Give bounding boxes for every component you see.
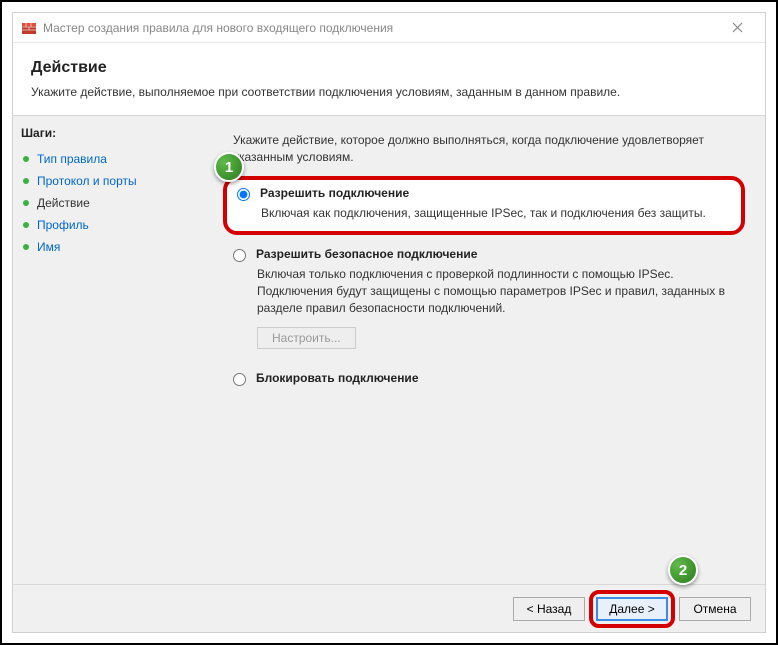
- firewall-icon: [21, 20, 37, 36]
- back-button[interactable]: < Назад: [513, 597, 585, 621]
- annotation-1: 1: [214, 152, 244, 182]
- option-block[interactable]: Блокировать подключение: [223, 365, 745, 396]
- intro-text: Укажите действие, которое должно выполня…: [233, 132, 745, 166]
- radio-allow-secure[interactable]: [233, 249, 246, 262]
- steps-label: Шаги:: [21, 126, 185, 140]
- option-title: Разрешить безопасное подключение: [256, 247, 477, 261]
- radio-allow[interactable]: [237, 188, 250, 201]
- wizard-window: Мастер создания правила для нового входя…: [12, 12, 766, 633]
- next-button[interactable]: Далее >: [596, 597, 668, 621]
- close-button[interactable]: [717, 14, 757, 42]
- content-area: Укажите действие, которое должно выполня…: [193, 116, 765, 584]
- step-name[interactable]: Имя: [21, 236, 185, 258]
- configure-button: Настроить...: [257, 327, 356, 349]
- option-title: Разрешить подключение: [260, 186, 409, 200]
- step-profile[interactable]: Профиль: [21, 214, 185, 236]
- page-title: Действие: [31, 59, 747, 77]
- page-header: Действие Укажите действие, выполняемое п…: [13, 43, 765, 109]
- option-allow-connection[interactable]: Разрешить подключение Включая как подклю…: [223, 176, 745, 236]
- option-title: Блокировать подключение: [256, 371, 419, 385]
- next-button-highlight: Далее >: [589, 590, 675, 628]
- window-title: Мастер создания правила для нового входя…: [43, 21, 717, 35]
- step-action[interactable]: Действие: [21, 192, 185, 214]
- page-subtitle: Укажите действие, выполняемое при соотве…: [31, 85, 747, 99]
- footer: < Назад Далее > Отмена: [13, 584, 765, 632]
- annotation-2: 2: [668, 555, 698, 585]
- option-desc: Включая только подключения с проверкой п…: [257, 266, 735, 316]
- radio-block[interactable]: [233, 373, 246, 386]
- cancel-button[interactable]: Отмена: [679, 597, 751, 621]
- option-desc: Включая как подключения, защищенные IPSe…: [261, 205, 731, 222]
- step-protocol-ports[interactable]: Протокол и порты: [21, 170, 185, 192]
- steps-sidebar: Шаги: Тип правила Протокол и порты Дейст…: [13, 116, 193, 584]
- option-allow-secure[interactable]: Разрешить безопасное подключение Включая…: [223, 241, 745, 358]
- titlebar: Мастер создания правила для нового входя…: [13, 13, 765, 43]
- step-rule-type[interactable]: Тип правила: [21, 148, 185, 170]
